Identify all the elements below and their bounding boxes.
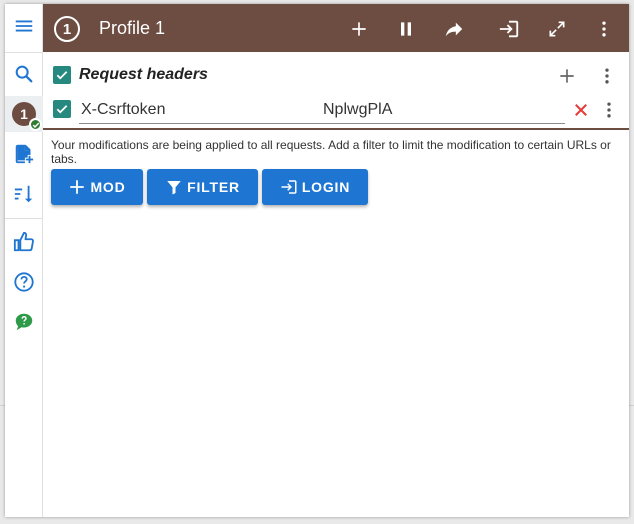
extension-popup: 1 1 Profile 1 Request headers X-Csrftoke… xyxy=(5,4,629,517)
profile-title[interactable]: Profile 1 xyxy=(99,18,165,39)
login-button[interactable] xyxy=(496,16,522,42)
close-icon xyxy=(575,104,587,116)
add-icon xyxy=(560,69,574,83)
profile-badge-number: 1 xyxy=(20,106,28,122)
add-login-label: LOGIN xyxy=(301,179,351,195)
menu-button[interactable] xyxy=(5,8,43,44)
expand-icon xyxy=(549,21,565,37)
help-icon xyxy=(14,272,34,292)
profile-number: 1 xyxy=(62,20,72,38)
profile-header: 1 Profile 1 xyxy=(43,4,629,52)
delete-modification-button[interactable] xyxy=(569,98,593,122)
more-vert-icon xyxy=(607,102,611,118)
add-button[interactable] xyxy=(346,16,372,42)
expand-button[interactable] xyxy=(544,16,570,42)
add-profile-button[interactable] xyxy=(5,136,43,172)
header-name-input[interactable] xyxy=(79,96,319,124)
profile-badge: 1 xyxy=(12,102,42,131)
add-mod-label: MOD xyxy=(90,179,126,195)
search-icon xyxy=(15,65,33,83)
feedback-chat-icon xyxy=(15,313,33,331)
more-options-button[interactable] xyxy=(591,16,617,42)
more-vert-icon xyxy=(602,21,606,37)
modification-more-button[interactable] xyxy=(599,98,619,122)
sidebar: 1 xyxy=(5,4,43,517)
share-icon xyxy=(445,22,463,37)
checkmark-icon xyxy=(56,71,68,80)
section-enabled-checkbox[interactable] xyxy=(53,66,71,84)
rate-button[interactable] xyxy=(5,224,43,260)
info-message: Your modifications are being applied to … xyxy=(51,138,611,166)
search-button[interactable] xyxy=(5,56,43,92)
profile-number-icon: 1 xyxy=(54,16,80,42)
checkmark-icon xyxy=(56,105,68,114)
add-icon xyxy=(70,180,85,194)
add-filter-button[interactable]: FILTER xyxy=(147,169,258,205)
add-filter-label: FILTER xyxy=(187,179,240,195)
pause-icon xyxy=(401,22,411,36)
section-title: Request headers xyxy=(79,66,208,83)
filter-icon xyxy=(167,181,181,195)
feedback-button[interactable] xyxy=(5,304,43,340)
add-mod-button[interactable]: MOD xyxy=(51,169,143,205)
pause-button[interactable] xyxy=(393,16,419,42)
menu-icon xyxy=(15,20,33,32)
add-header-button[interactable] xyxy=(555,64,579,88)
sort-icon xyxy=(14,185,33,203)
login-icon xyxy=(499,20,519,38)
login-icon xyxy=(281,180,297,194)
sort-button[interactable] xyxy=(5,176,43,212)
add-file-icon xyxy=(15,144,34,164)
more-vert-icon xyxy=(605,68,609,84)
help-button[interactable] xyxy=(5,264,43,300)
section-more-button[interactable] xyxy=(595,64,619,88)
header-modification-row xyxy=(43,92,629,128)
profile-1-button[interactable]: 1 xyxy=(5,96,43,132)
request-headers-section: Request headers xyxy=(43,60,629,90)
sidebar-divider xyxy=(5,218,43,219)
thumbs-up-icon xyxy=(13,231,34,252)
section-divider xyxy=(43,128,629,130)
modification-enabled-checkbox[interactable] xyxy=(53,100,71,118)
add-icon xyxy=(352,22,366,36)
header-value-input[interactable] xyxy=(319,96,565,124)
active-check-icon xyxy=(29,118,42,131)
add-login-button[interactable]: LOGIN xyxy=(262,169,368,205)
share-button[interactable] xyxy=(441,16,467,42)
sidebar-divider xyxy=(5,52,43,53)
